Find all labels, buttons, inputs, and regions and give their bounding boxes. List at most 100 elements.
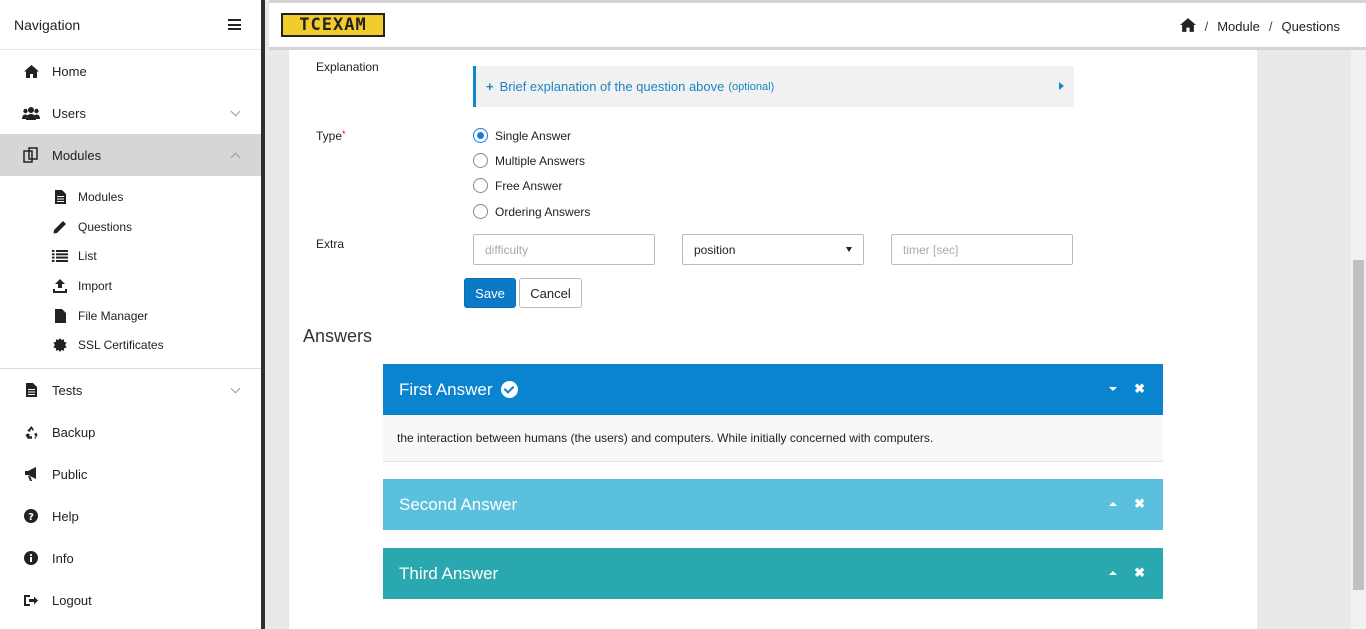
submenu-item-label: SSL Certificates (78, 338, 164, 353)
answers-title: Answers (303, 326, 373, 346)
answer-title: First Answer (399, 379, 493, 399)
cancel-button[interactable]: Cancel (519, 278, 582, 308)
close-icon[interactable]: ✖ (1134, 382, 1145, 395)
page-scrollbar[interactable] (1351, 50, 1366, 629)
svg-text:?: ? (28, 512, 34, 523)
type-option-single-answer[interactable]: Single Answer (473, 128, 571, 143)
sidebar: Navigation Home Users Modules Modules Qu… (0, 0, 265, 629)
megaphone-icon (22, 466, 40, 482)
chevron-down-icon (230, 383, 241, 394)
breadcrumb-separator: / (1204, 19, 1209, 34)
panel-controls: ✖ (1109, 566, 1145, 579)
sidebar-item-backup[interactable]: Backup (0, 411, 261, 453)
scrollbar-thumb[interactable] (1353, 260, 1364, 590)
sidebar-header: Navigation (0, 0, 261, 50)
info-icon (22, 550, 40, 566)
sidebar-item-label: Backup (52, 424, 96, 440)
radio-single-answer[interactable] (473, 128, 488, 143)
radio-label: Multiple Answers (495, 153, 586, 168)
submenu-item-label: Import (78, 278, 113, 293)
explanation-label: Explanation (316, 60, 379, 74)
breadcrumb: / Module / Questions (1179, 18, 1340, 35)
radio-multiple-answers[interactable] (473, 153, 488, 168)
home-icon (22, 63, 40, 79)
answer-panel-header[interactable]: Second Answer ✖ (383, 479, 1163, 530)
breadcrumb-module[interactable]: Module (1217, 19, 1260, 34)
submenu-item-label: Questions (78, 219, 133, 234)
answer-title: Third Answer (399, 563, 499, 583)
sidebar-item-label: Public (52, 466, 88, 482)
breadcrumb-separator: / (1268, 19, 1273, 34)
top-bar: TCEXAM / Module / Questions (269, 0, 1366, 50)
recycle-icon (22, 424, 40, 440)
sidebar-item-label: Modules (52, 147, 102, 163)
answer-body: the interaction between humans (the user… (383, 415, 1163, 462)
radio-free-answer[interactable] (473, 178, 488, 193)
sidebar-item-info[interactable]: Info (0, 537, 261, 579)
position-select[interactable]: position (682, 234, 864, 265)
sidebar-item-label: Help (52, 508, 79, 524)
app-logo[interactable]: TCEXAM (281, 13, 385, 37)
sidebar-item-help[interactable]: ? Help (0, 495, 261, 537)
close-icon[interactable]: ✖ (1134, 566, 1145, 579)
answer-title: Second Answer (399, 494, 518, 514)
home-icon[interactable] (1179, 18, 1196, 35)
submenu-item-ssl-certificates[interactable]: SSL Certificates (0, 330, 261, 360)
extra-label: Extra (316, 237, 345, 251)
sidebar-item-logout[interactable]: Logout (0, 579, 261, 621)
answer-panel-first: First Answer ✖ the interaction between h… (383, 364, 1163, 462)
plus-icon: + (486, 79, 494, 94)
required-marker: * (342, 129, 346, 139)
optional-hint: (optional) (728, 80, 775, 93)
chevron-down-icon (230, 106, 241, 116)
main-content: Explanation + Brief explanation of the q… (289, 50, 1257, 629)
modules-submenu: Modules Questions List Import File Manag… (0, 176, 261, 370)
type-label-text: Type (316, 129, 343, 143)
submenu-item-file-manager[interactable]: File Manager (0, 301, 261, 331)
hamburger-icon[interactable] (228, 19, 241, 30)
expand-icon[interactable] (1109, 570, 1118, 575)
sidebar-item-users[interactable]: Users (0, 92, 261, 134)
expand-icon[interactable] (1109, 501, 1118, 506)
close-icon[interactable]: ✖ (1134, 497, 1145, 510)
sidebar-item-home[interactable]: Home (0, 50, 261, 92)
sidebar-item-label: Info (52, 550, 74, 566)
sidebar-item-label: Home (52, 63, 87, 79)
submenu-item-import[interactable]: Import (0, 271, 261, 301)
explanation-toggle-text: Brief explanation of the question above (499, 79, 725, 94)
answer-panel-header[interactable]: Third Answer ✖ (383, 548, 1163, 599)
list-icon (52, 249, 68, 263)
tests-icon (22, 382, 40, 398)
radio-label: Single Answer (495, 128, 572, 143)
submenu-item-label: List (78, 249, 97, 264)
collapse-icon[interactable] (1109, 386, 1118, 391)
logout-icon (22, 592, 40, 608)
sidebar-item-public[interactable]: Public (0, 453, 261, 495)
sidebar-item-label: Logout (52, 592, 92, 608)
submenu-item-modules[interactable]: Modules (0, 182, 261, 212)
submenu-item-label: Modules (78, 189, 124, 204)
difficulty-input[interactable] (473, 234, 655, 265)
type-option-ordering-answers[interactable]: Ordering Answers (473, 204, 590, 219)
submenu-item-list[interactable]: List (0, 241, 261, 271)
save-button[interactable]: Save (464, 278, 516, 308)
type-option-free-answer[interactable]: Free Answer (473, 178, 562, 193)
file-icon (52, 308, 68, 323)
explanation-toggle[interactable]: + Brief explanation of the question abov… (473, 66, 1074, 107)
upload-icon (52, 278, 68, 293)
sidebar-item-label: Tests (52, 382, 83, 398)
timer-input[interactable] (891, 234, 1073, 265)
type-option-multiple-answers[interactable]: Multiple Answers (473, 153, 585, 168)
submenu-item-label: File Manager (78, 308, 149, 323)
modules-icon (22, 147, 40, 163)
radio-label: Ordering Answers (495, 204, 591, 219)
answer-panel-second: Second Answer ✖ (383, 479, 1163, 530)
sidebar-item-tests[interactable]: Tests (0, 369, 261, 411)
submenu-item-questions[interactable]: Questions (0, 212, 261, 242)
sidebar-item-modules[interactable]: Modules (0, 134, 261, 176)
panel-controls: ✖ (1109, 497, 1145, 510)
answer-panel-header[interactable]: First Answer ✖ (383, 364, 1163, 415)
check-circle-icon (500, 381, 518, 398)
radio-ordering-answers[interactable] (473, 204, 488, 219)
type-label: Type* (316, 129, 346, 143)
